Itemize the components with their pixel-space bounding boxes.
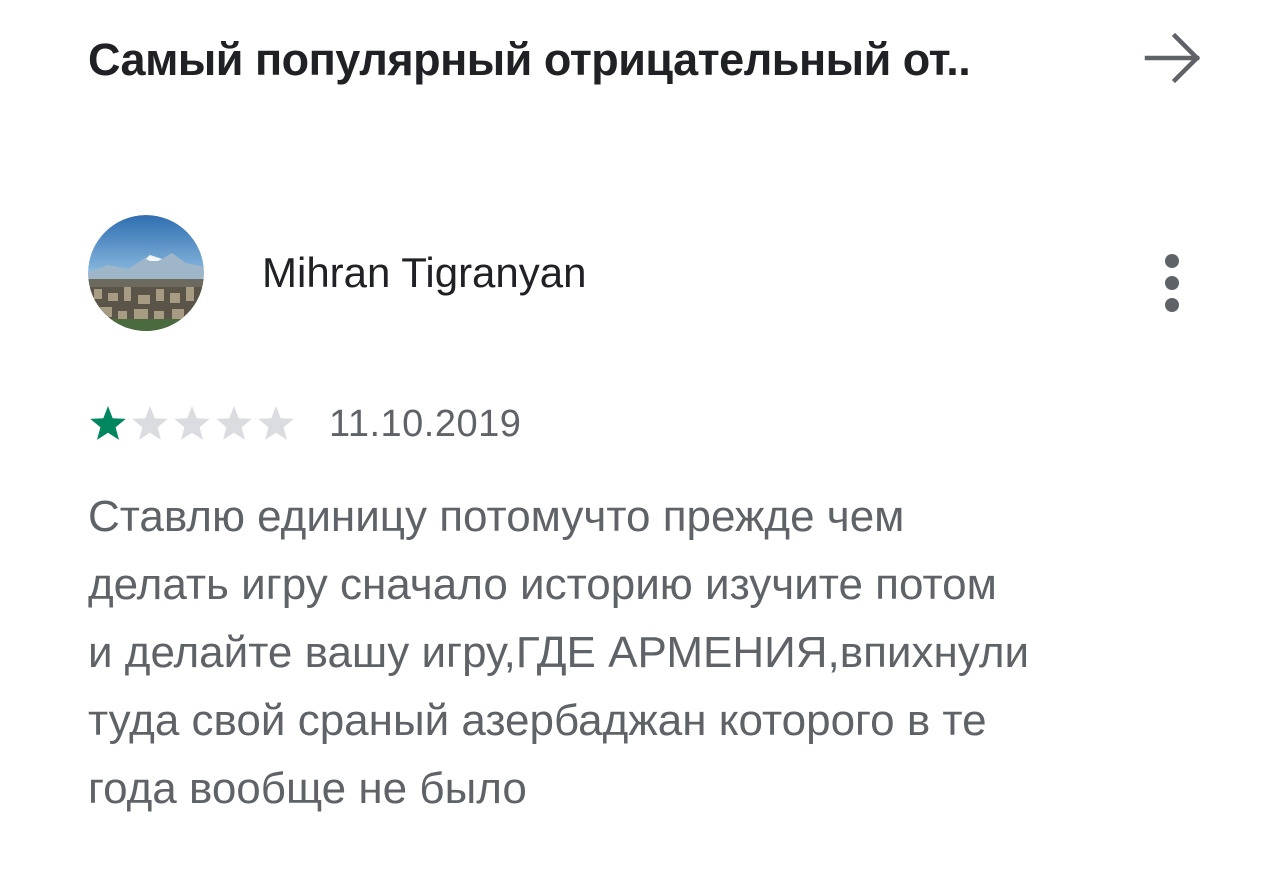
review-text: Ставлю единицу потомучто прежде чем дела… bbox=[88, 492, 1030, 813]
section-header[interactable]: Самый популярный отрицательный от.. bbox=[88, 28, 1208, 100]
star-empty-icon bbox=[174, 406, 210, 440]
section-title: Самый популярный отрицательный от.. bbox=[88, 34, 971, 85]
star-empty-icon bbox=[216, 406, 252, 440]
arrow-right-icon[interactable] bbox=[1138, 28, 1208, 88]
avatar[interactable] bbox=[88, 215, 204, 331]
star-filled-icon bbox=[90, 406, 126, 440]
review-date: 11.10.2019 bbox=[329, 402, 522, 445]
more-vert-icon[interactable] bbox=[1148, 235, 1196, 331]
star-empty-icon bbox=[258, 406, 294, 440]
review-author: Mihran Tigranyan bbox=[262, 249, 587, 296]
star-empty-icon bbox=[132, 406, 168, 440]
rating-row: 11.10.2019 bbox=[88, 401, 521, 447]
star-rating bbox=[88, 404, 296, 444]
